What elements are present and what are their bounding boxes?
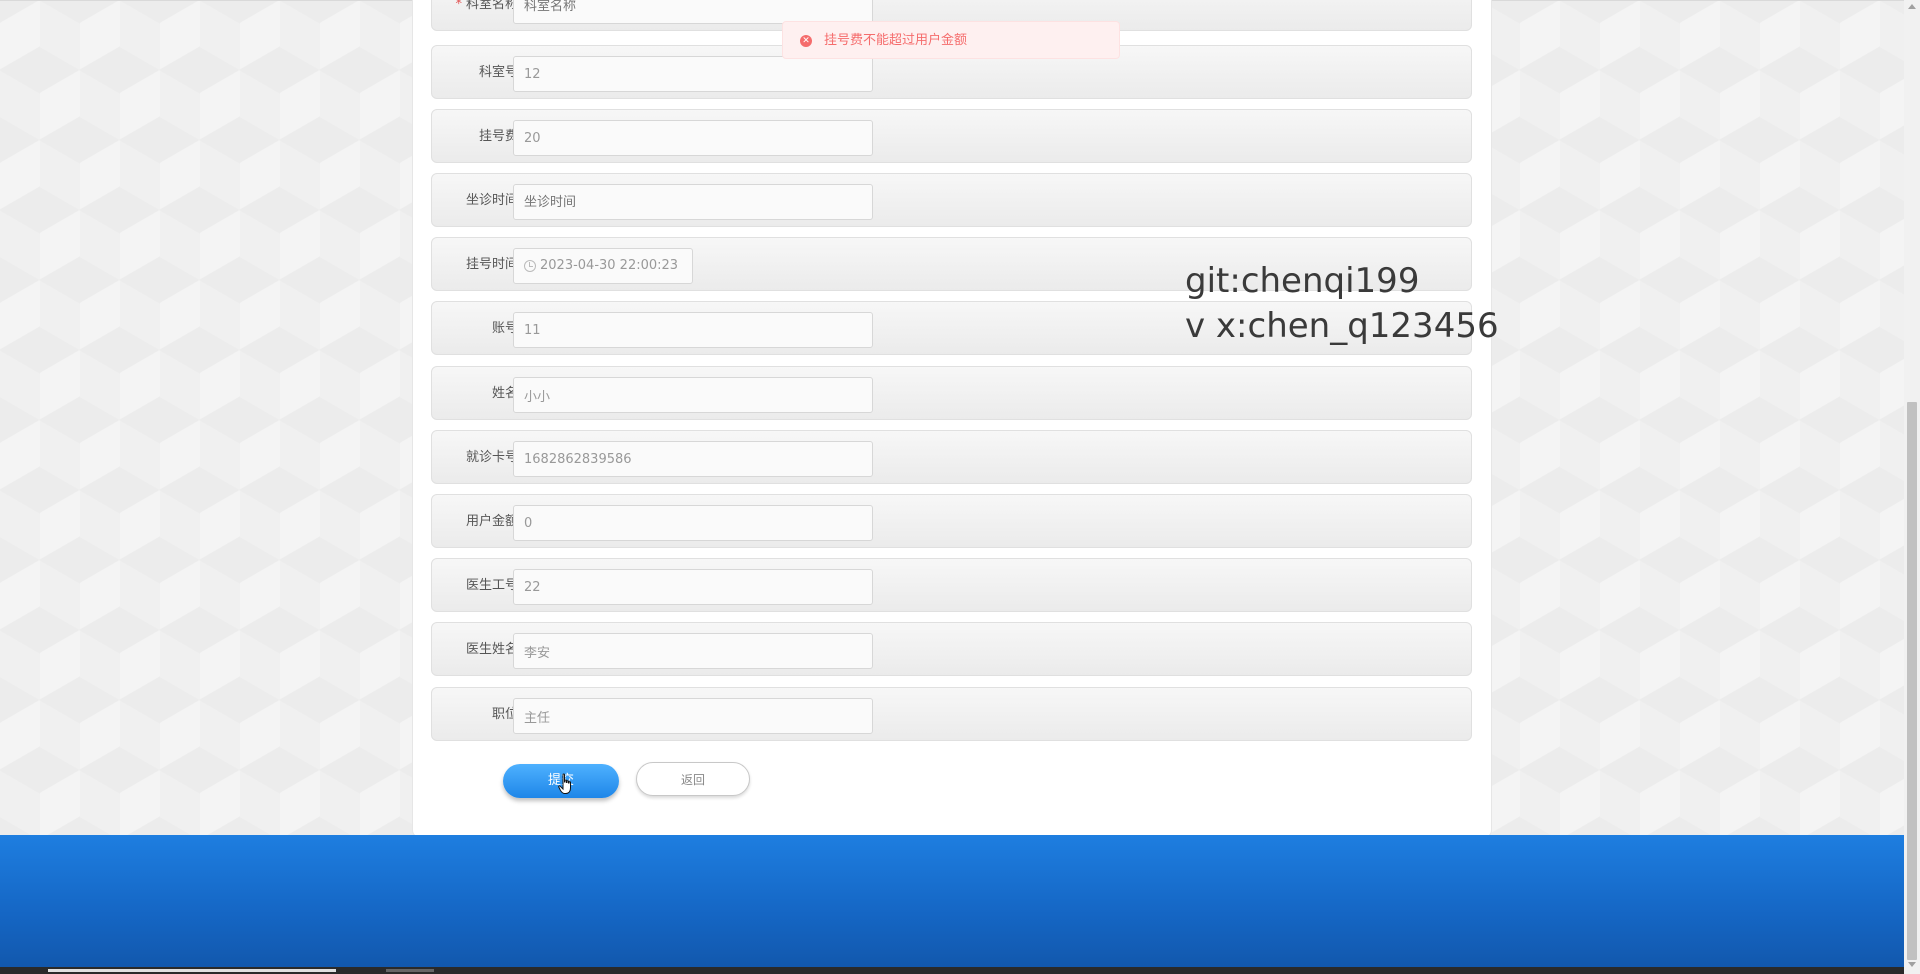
field-label: 挂号时间 <box>465 257 518 272</box>
form-row-position: 职位 <box>431 687 1472 741</box>
taskbar-item[interactable] <box>48 969 336 972</box>
field-label: 坐诊时间 <box>465 193 518 208</box>
back-button[interactable]: 返回 <box>636 762 750 796</box>
form-row-doctor-id: 医生工号 <box>431 558 1472 612</box>
form-row-user-balance: 用户金额 <box>431 494 1472 548</box>
doctor-name-input[interactable] <box>513 633 873 669</box>
name-input[interactable] <box>513 377 873 413</box>
user-balance-input[interactable] <box>513 505 873 541</box>
registration-time-picker[interactable]: 2023-04-30 22:00:23 <box>513 248 693 284</box>
field-label: 医生姓名 <box>465 642 518 657</box>
clock-icon <box>524 260 536 272</box>
form-row-card-no: 就诊卡号 <box>431 430 1472 484</box>
label-text: 科室名称 <box>465 0 518 12</box>
toast-message: 挂号费不能超过用户金额 <box>824 33 968 48</box>
medical-card-input[interactable] <box>513 441 873 477</box>
form-row-doctor-name: 医生姓名 <box>431 622 1472 676</box>
account-input[interactable] <box>513 312 873 348</box>
field-label: * 科室名称 <box>455 0 518 32</box>
field-label: 用户金额 <box>465 514 518 529</box>
scroll-down-arrow-icon[interactable] <box>1908 962 1916 967</box>
form-row-consult-time: 坐诊时间 <box>431 173 1472 227</box>
field-label: 医生工号 <box>465 578 518 593</box>
watermark-line-2: v x:chen_q123456 <box>1185 306 1499 346</box>
consult-time-input[interactable] <box>513 184 873 220</box>
vertical-scrollbar[interactable] <box>1904 0 1920 974</box>
page-footer <box>0 835 1904 967</box>
taskbar-item[interactable] <box>386 969 434 972</box>
hand-cursor-icon <box>558 773 571 794</box>
department-no-input[interactable] <box>513 56 873 92</box>
error-toast: ✕ 挂号费不能超过用户金额 <box>782 21 1120 59</box>
scroll-up-arrow-icon[interactable] <box>1908 4 1916 9</box>
form-row-registration-fee: 挂号费 <box>431 109 1472 163</box>
form-row-name: 姓名 <box>431 366 1472 420</box>
position-input[interactable] <box>513 698 873 734</box>
scroll-thumb[interactable] <box>1907 402 1917 960</box>
registration-time-value: 2023-04-30 22:00:23 <box>540 258 679 273</box>
doctor-id-input[interactable] <box>513 569 873 605</box>
field-label: 就诊卡号 <box>465 450 518 465</box>
error-circle-icon: ✕ <box>800 35 812 47</box>
watermark-line-1: git:chenqi199 <box>1185 261 1420 301</box>
registration-fee-input[interactable] <box>513 120 873 156</box>
required-mark: * <box>455 0 462 12</box>
